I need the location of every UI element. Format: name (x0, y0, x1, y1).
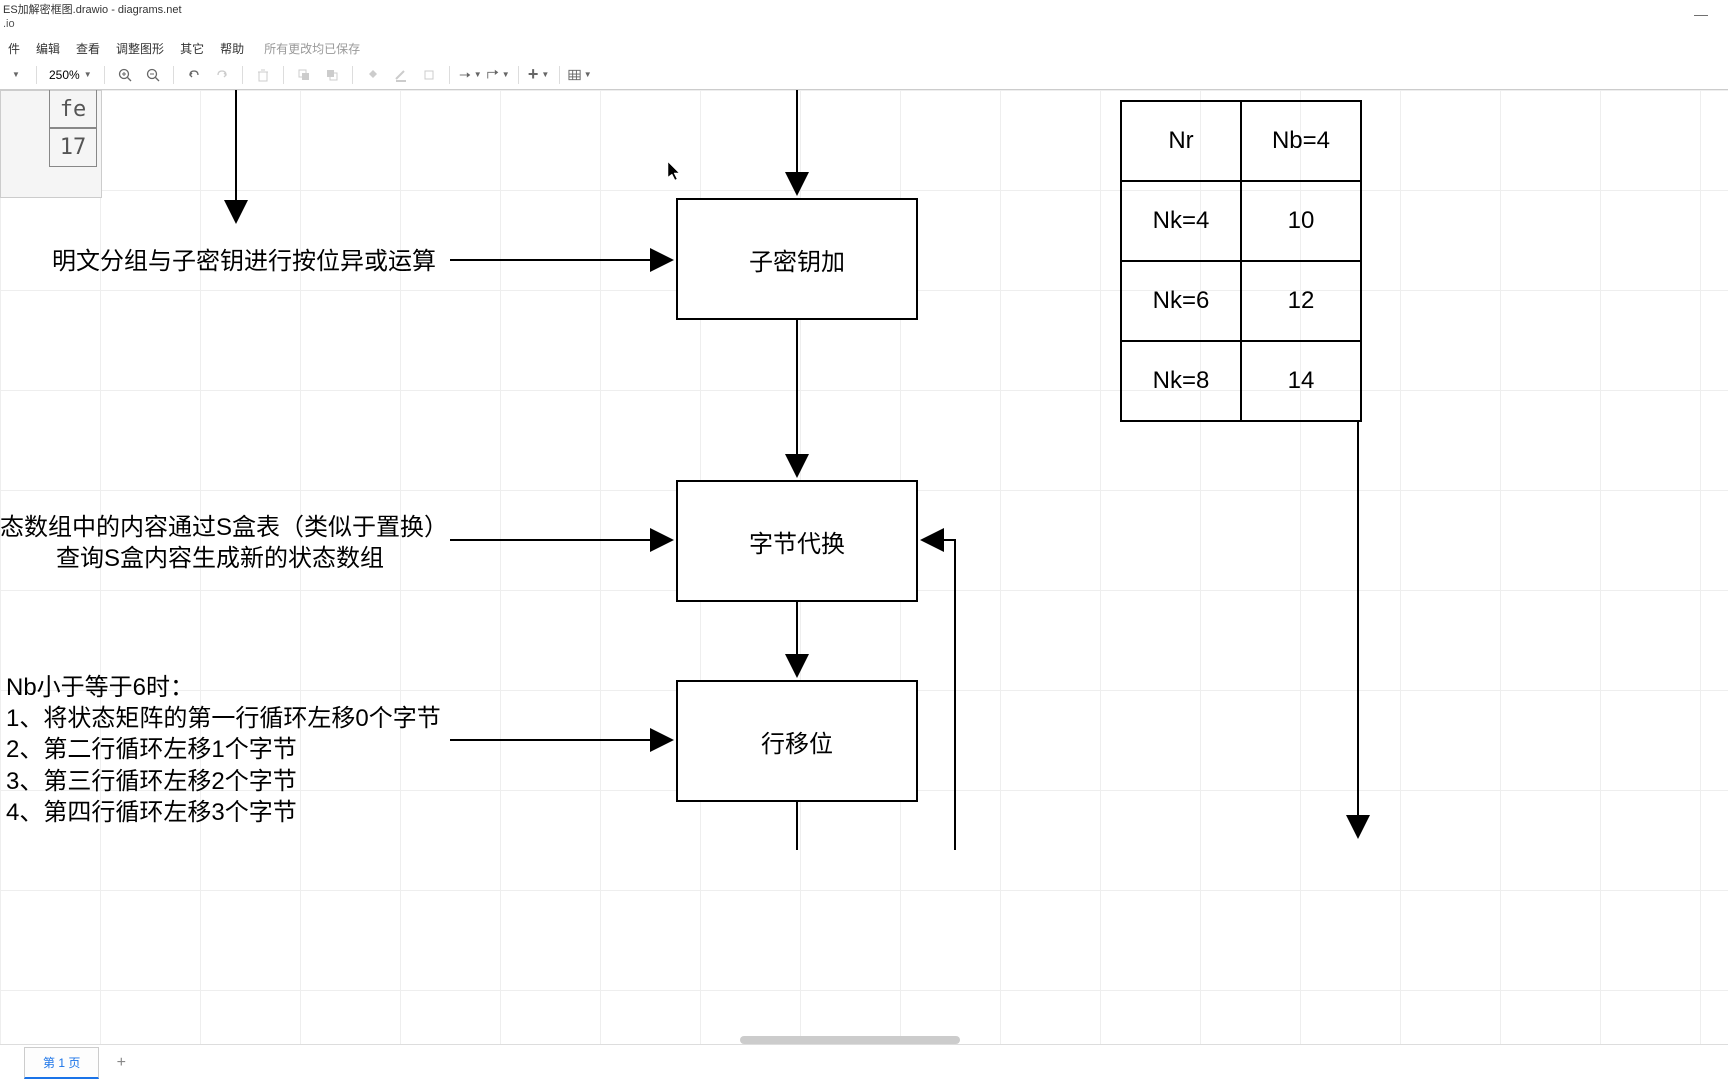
zoom-value: 250% (49, 68, 80, 82)
chevron-down-icon: ▼ (84, 70, 92, 79)
menu-file[interactable]: 件 (0, 36, 28, 61)
zoom-in-button[interactable] (113, 63, 137, 87)
canvas[interactable]: fe 17 子密钥加 字节代换 行移位 明文分组与子密钥进行按位异或运算 态数组… (0, 90, 1728, 1044)
shadow-button[interactable] (417, 63, 441, 87)
table-cell: 12 (1241, 261, 1361, 341)
separator (283, 66, 284, 84)
file-title: ES加解密框图.drawio - diagrams.net (3, 1, 182, 17)
delete-button[interactable] (251, 63, 275, 87)
footer: 第 1 页 + (0, 1044, 1728, 1080)
minimize-button[interactable]: — (1694, 6, 1708, 22)
thumb-cell: fe (49, 90, 97, 129)
flow-box-shift-rows[interactable]: 行移位 (676, 680, 918, 802)
fill-color-button[interactable] (361, 63, 385, 87)
table-cell: 14 (1241, 341, 1361, 421)
text-sbox[interactable]: 态数组中的内容通过S盒表（类似于置换） 查询S盒内容生成新的状态数组 (0, 512, 440, 574)
subtitle: .io (0, 18, 1728, 36)
menu-help[interactable]: 帮助 (212, 36, 252, 61)
zoom-select[interactable]: 250% ▼ (45, 66, 96, 84)
table-cell: Nk=8 (1121, 341, 1241, 421)
page-tab[interactable]: 第 1 页 (24, 1047, 99, 1079)
text-xor[interactable]: 明文分组与子密钥进行按位异或运算 (52, 246, 436, 277)
redo-button[interactable] (210, 63, 234, 87)
save-status: 所有更改均已保存 (252, 40, 360, 57)
table-cell: Nk=4 (1121, 181, 1241, 261)
table-header: Nr (1121, 101, 1241, 181)
separator (104, 66, 105, 84)
canvas-thumbnail: fe 17 (0, 90, 102, 198)
param-table[interactable]: Nr Nb=4 Nk=4 10 Nk=6 12 Nk=8 14 (1120, 100, 1362, 422)
table-header: Nb=4 (1241, 101, 1361, 181)
toolbar: ▼ 250% ▼ ▼ ▼ +▼ ▼ (0, 60, 1728, 90)
toolbar-dropdown[interactable]: ▼ (4, 63, 28, 87)
table-button[interactable]: ▼ (568, 63, 592, 87)
menu-bar: 件 编辑 查看 调整图形 其它 帮助 所有更改均已保存 (0, 36, 1728, 60)
separator (449, 66, 450, 84)
menu-arrange[interactable]: 调整图形 (108, 36, 172, 61)
undo-button[interactable] (182, 63, 206, 87)
waypoints-button[interactable]: ▼ (486, 63, 510, 87)
menu-edit[interactable]: 编辑 (28, 36, 68, 61)
separator (559, 66, 560, 84)
flow-box-subkey-add[interactable]: 子密钥加 (676, 198, 918, 320)
insert-button[interactable]: +▼ (527, 63, 551, 87)
separator (352, 66, 353, 84)
separator (36, 66, 37, 84)
zoom-out-button[interactable] (141, 63, 165, 87)
flow-box-byte-sub[interactable]: 字节代换 (676, 480, 918, 602)
thumb-cell: 17 (49, 127, 97, 167)
to-front-button[interactable] (292, 63, 316, 87)
table-cell: Nk=6 (1121, 261, 1241, 341)
add-page-button[interactable]: + (111, 1053, 131, 1073)
separator (518, 66, 519, 84)
line-color-button[interactable] (389, 63, 413, 87)
mouse-cursor (668, 162, 682, 182)
connection-button[interactable]: ▼ (458, 63, 482, 87)
table-cell: 10 (1241, 181, 1361, 261)
horizontal-scrollbar[interactable] (740, 1036, 960, 1044)
separator (173, 66, 174, 84)
menu-view[interactable]: 查看 (68, 36, 108, 61)
to-back-button[interactable] (320, 63, 344, 87)
separator (242, 66, 243, 84)
menu-extras[interactable]: 其它 (172, 36, 212, 61)
text-shift[interactable]: Nb小于等于6时： 1、将状态矩阵的第一行循环左移0个字节 2、第二行循环左移1… (6, 672, 441, 828)
